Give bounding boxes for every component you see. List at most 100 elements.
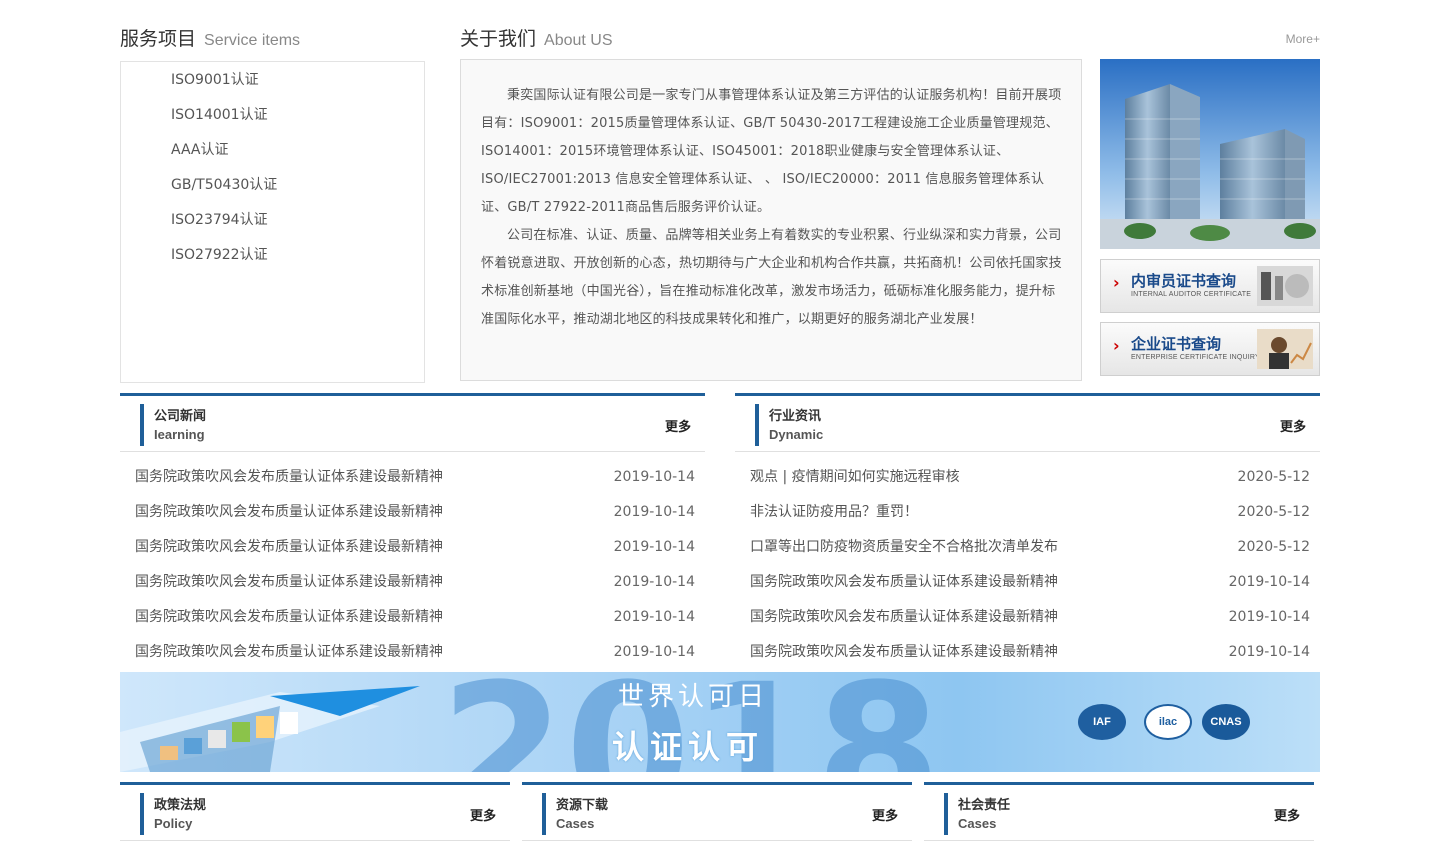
accent-bar	[140, 793, 144, 835]
news-title[interactable]: 国务院政策吹风会发布质量认证体系建设最新精神	[135, 571, 443, 593]
enterprise-query-label-en: ENTERPRISE CERTIFICATE INQUIRY	[1131, 354, 1260, 361]
news-date: 2019-10-14	[1228, 644, 1310, 660]
service-item[interactable]: ISO14001认证	[121, 105, 424, 140]
list-item[interactable]: 非法认证防疫用品？重罚！ 2020-5-12	[735, 501, 1320, 536]
company-news-more-link[interactable]: 更多	[665, 416, 691, 435]
policy-more-link[interactable]: 更多	[470, 805, 496, 824]
social-responsibility-header: 社会责任 Cases 更多	[924, 782, 1314, 841]
service-item[interactable]: AAA认证	[121, 140, 424, 175]
company-news-list: 国务院政策吹风会发布质量认证体系建设最新精神 2019-10-14 国务院政策吹风…	[120, 452, 705, 676]
list-item[interactable]: 口罩等出口防疫物资质量安全不合格批次清单发布 2020-5-12	[735, 536, 1320, 571]
services-title-en: Service items	[204, 32, 301, 49]
list-item[interactable]: 国务院政策吹风会发布质量认证体系建设最新精神 2019-10-14	[120, 641, 705, 676]
auditor-query-label: 内审员证书查询	[1131, 272, 1237, 290]
auditor-query-label-en: INTERNAL AUDITOR CERTIFICATE	[1131, 291, 1252, 298]
social-responsibility-title-en: Cases	[958, 816, 997, 831]
company-news-title: 公司新闻	[154, 409, 207, 424]
enterprise-query-label: 企业证书查询	[1131, 335, 1222, 353]
list-item[interactable]: 国务院政策吹风会发布质量认证体系建设最新精神 2019-10-14	[120, 571, 705, 606]
company-news-panel: 公司新闻 Iearning 更多 国务院政策吹风会发布质量认证体系建设最新精神 2…	[120, 393, 705, 676]
news-title[interactable]: 国务院政策吹风会发布质量认证体系建设最新精神	[135, 536, 443, 558]
company-news-title-en: Iearning	[154, 427, 205, 442]
industry-news-panel: 行业资讯 Dynamic 更多 观点 | 疫情期间如何实施远程审核 2020-5-…	[735, 393, 1320, 676]
iaf-logo: IAF	[1078, 704, 1126, 740]
enterprise-certificate-query-button[interactable]: › 企业证书查询 ENTERPRISE CERTIFICATE INQUIRY	[1100, 322, 1320, 376]
news-date: 2019-10-14	[613, 469, 695, 485]
about-more-link[interactable]: More+	[1260, 32, 1320, 46]
industry-news-list: 观点 | 疫情期间如何实施远程审核 2020-5-12 非法认证防疫用品？重罚！ 2…	[735, 452, 1320, 676]
policy-header: 政策法规 Policy 更多	[120, 782, 510, 841]
services-list-box: ISO9001认证 ISO14001认证 AAA认证 GB/T50430认证 I…	[120, 61, 425, 383]
about-paragraph: 公司在标准、认证、质量、品牌等相关业务上有着数实的专业积累、行业纵深和实力背景，…	[481, 228, 1062, 327]
social-responsibility-more-link[interactable]: 更多	[1274, 805, 1300, 824]
list-item[interactable]: 国务院政策吹风会发布质量认证体系建设最新精神 2019-10-14	[735, 641, 1320, 676]
list-item[interactable]: 国务院政策吹风会发布质量认证体系建设最新精神 2019-10-14	[120, 606, 705, 641]
about-heading: 关于我们 About US	[460, 24, 613, 51]
news-date: 2019-10-14	[613, 539, 695, 555]
accent-bar	[542, 793, 546, 835]
cnas-logo: CNAS	[1202, 704, 1250, 740]
news-title[interactable]: 非法认证防疫用品？重罚！	[750, 501, 918, 523]
industry-news-title-en: Dynamic	[769, 427, 824, 442]
about-paragraph: 秉奕国际认证有限公司是一家专门从事管理体系认证及第三方评估的认证服务机构！目前开…	[481, 88, 1062, 215]
industry-news-more-link[interactable]: 更多	[1280, 416, 1306, 435]
news-title[interactable]: 国务院政策吹风会发布质量认证体系建设最新精神	[750, 606, 1058, 628]
news-date: 2019-10-14	[1228, 574, 1310, 590]
about-title: 关于我们	[460, 28, 537, 50]
list-item[interactable]: 观点 | 疫情期间如何实施远程审核 2020-5-12	[735, 466, 1320, 501]
news-date: 2019-10-14	[613, 644, 695, 660]
service-item[interactable]: ISO9001认证	[121, 70, 424, 105]
world-accreditation-day-banner[interactable]: 2018 世界认可日 认证认可 IAF ilac CNAS	[120, 672, 1320, 772]
about-title-en: About US	[544, 32, 613, 49]
accent-bar	[755, 404, 759, 446]
enterprise-thumbnail-icon	[1257, 329, 1313, 369]
ilac-logo: ilac	[1144, 704, 1192, 740]
news-title[interactable]: 国务院政策吹风会发布质量认证体系建设最新精神	[750, 571, 1058, 593]
service-item[interactable]: ISO23794认证	[121, 210, 424, 245]
chevron-right-icon: ›	[1113, 273, 1120, 292]
news-title[interactable]: 国务院政策吹风会发布质量认证体系建设最新精神	[750, 641, 1058, 663]
policy-title-en: Policy	[154, 816, 193, 831]
news-date: 2020-5-12	[1237, 469, 1310, 485]
social-responsibility-panel: 社会责任 Cases 更多	[924, 782, 1314, 841]
banner-title: 世界认可日	[618, 682, 769, 712]
services-title: 服务项目	[120, 28, 197, 50]
industry-news-title: 行业资讯	[769, 409, 822, 424]
list-item[interactable]: 国务院政策吹风会发布质量认证体系建设最新精神 2019-10-14	[735, 606, 1320, 641]
list-item[interactable]: 国务院政策吹风会发布质量认证体系建设最新精神 2019-10-14	[120, 466, 705, 501]
news-date: 2020-5-12	[1237, 504, 1310, 520]
news-date: 2019-10-14	[613, 504, 695, 520]
company-news-header: 公司新闻 Iearning 更多	[120, 393, 705, 452]
news-title[interactable]: 国务院政策吹风会发布质量认证体系建设最新精神	[135, 606, 443, 628]
policy-panel: 政策法规 Policy 更多	[120, 782, 510, 841]
news-date: 2020-5-12	[1237, 539, 1310, 555]
services-heading: 服务项目 Service items	[120, 24, 300, 51]
service-item[interactable]: GB/T50430认证	[121, 175, 424, 210]
list-item[interactable]: 国务院政策吹风会发布质量认证体系建设最新精神 2019-10-14	[120, 536, 705, 571]
building-image	[1100, 59, 1320, 249]
accent-bar	[944, 793, 948, 835]
policy-title: 政策法规	[154, 798, 207, 813]
news-title[interactable]: 国务院政策吹风会发布质量认证体系建设最新精神	[135, 641, 443, 663]
social-responsibility-title: 社会责任	[958, 798, 1011, 813]
downloads-header: 资源下载 Cases 更多	[522, 782, 912, 841]
downloads-title: 资源下载	[556, 798, 609, 813]
news-title[interactable]: 口罩等出口防疫物资质量安全不合格批次清单发布	[750, 536, 1058, 558]
downloads-panel: 资源下载 Cases 更多	[522, 782, 912, 841]
list-item[interactable]: 国务院政策吹风会发布质量认证体系建设最新精神 2019-10-14	[120, 501, 705, 536]
news-title[interactable]: 国务院政策吹风会发布质量认证体系建设最新精神	[135, 466, 443, 488]
news-title[interactable]: 国务院政策吹风会发布质量认证体系建设最新精神	[135, 501, 443, 523]
chevron-right-icon: ›	[1113, 336, 1120, 355]
news-date: 2019-10-14	[613, 609, 695, 625]
banner-subtitle: 认证认可	[612, 728, 765, 766]
news-date: 2019-10-14	[1228, 609, 1310, 625]
downloads-more-link[interactable]: 更多	[872, 805, 898, 824]
service-item[interactable]: ISO27922认证	[121, 245, 424, 280]
about-text-box: 秉奕国际认证有限公司是一家专门从事管理体系认证及第三方评估的认证服务机构！目前开…	[460, 59, 1082, 381]
auditor-certificate-query-button[interactable]: › 内审员证书查询 INTERNAL AUDITOR CERTIFICATE	[1100, 259, 1320, 313]
list-item[interactable]: 国务院政策吹风会发布质量认证体系建设最新精神 2019-10-14	[735, 571, 1320, 606]
news-title[interactable]: 观点 | 疫情期间如何实施远程审核	[750, 466, 960, 488]
accent-bar	[140, 404, 144, 446]
news-date: 2019-10-14	[613, 574, 695, 590]
certificate-thumbnail-icon	[1257, 266, 1313, 306]
